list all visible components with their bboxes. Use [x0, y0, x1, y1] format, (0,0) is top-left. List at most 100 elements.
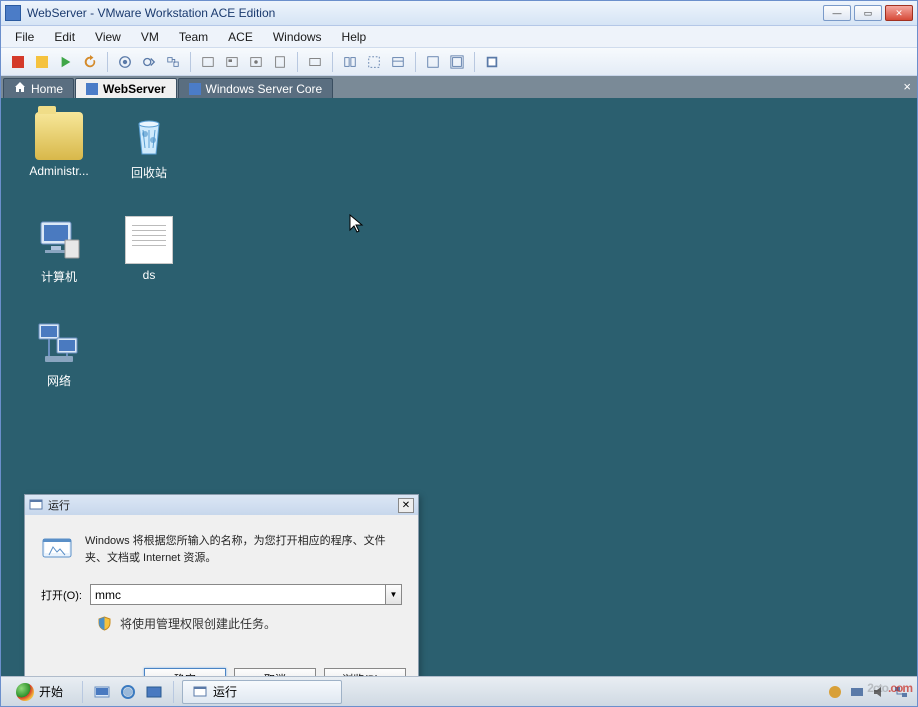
- system-tray: [827, 684, 913, 700]
- run-dialog[interactable]: 运行 ✕ Windows 将根据您所输入的名称，为您打开相应的程序、文件夹、文档…: [24, 494, 419, 703]
- tool-btn-2[interactable]: [221, 51, 243, 73]
- fullscreen-btn-2[interactable]: [446, 51, 468, 73]
- view-btn-1[interactable]: [339, 51, 361, 73]
- tab-close-button[interactable]: ×: [903, 79, 911, 94]
- run-title: 运行: [48, 497, 398, 513]
- snapshot-mgr-button[interactable]: [162, 51, 184, 73]
- tab-label: Windows Server Core: [206, 82, 323, 96]
- icon-label: Administr...: [19, 164, 99, 178]
- tool-btn-4[interactable]: [269, 51, 291, 73]
- run-description: Windows 将根据您所输入的名称，为您打开相应的程序、文件夹、文档或 Int…: [85, 533, 402, 566]
- tray-icon-volume[interactable]: [871, 684, 887, 700]
- titlebar[interactable]: WebServer - VMware Workstation ACE Editi…: [1, 1, 917, 26]
- admin-note-text: 将使用管理权限创建此任务。: [120, 615, 276, 632]
- separator: [107, 52, 108, 72]
- tool-btn-3[interactable]: [245, 51, 267, 73]
- window-title: WebServer - VMware Workstation ACE Editi…: [27, 6, 823, 20]
- run-icon: [29, 498, 43, 512]
- quicklaunch-desktop[interactable]: [91, 681, 113, 703]
- desktop-icon-ds[interactable]: ds: [109, 216, 189, 282]
- start-orb-icon: [16, 683, 34, 701]
- start-button[interactable]: 开始: [5, 680, 74, 704]
- taskbar-item-run[interactable]: 运行: [182, 680, 342, 704]
- tray-icon-2[interactable]: [849, 684, 865, 700]
- separator: [474, 52, 475, 72]
- run-icon: [193, 685, 207, 699]
- window-buttons: — ▭ ✕: [823, 5, 913, 21]
- close-button[interactable]: ✕: [885, 5, 913, 21]
- icon-label: 回收站: [109, 164, 189, 181]
- tool-btn-1[interactable]: [197, 51, 219, 73]
- toolbar: [1, 48, 917, 76]
- view-btn-3[interactable]: [387, 51, 409, 73]
- quicklaunch-explorer[interactable]: [143, 681, 165, 703]
- home-icon: [14, 81, 26, 96]
- vm-icon: [86, 83, 98, 95]
- separator: [415, 52, 416, 72]
- cursor-icon: [349, 214, 365, 237]
- tray-icon-network[interactable]: [893, 684, 909, 700]
- view-btn-2[interactable]: [363, 51, 385, 73]
- desktop-icon-computer[interactable]: 计算机: [19, 216, 99, 285]
- maximize-button[interactable]: ▭: [854, 5, 882, 21]
- separator: [82, 681, 83, 703]
- poweron-button[interactable]: [55, 51, 77, 73]
- taskbar[interactable]: 开始 运行: [1, 676, 917, 706]
- open-input[interactable]: [90, 584, 385, 605]
- open-combobox[interactable]: ▼: [90, 584, 402, 605]
- desktop-icon-recycle[interactable]: 回收站: [109, 112, 189, 181]
- folder-icon: [35, 112, 83, 160]
- tab-webserver[interactable]: WebServer: [75, 78, 176, 98]
- minimize-button[interactable]: —: [823, 5, 851, 21]
- quicklaunch-ie[interactable]: [117, 681, 139, 703]
- icon-label: ds: [109, 268, 189, 282]
- menu-edit[interactable]: Edit: [46, 28, 83, 46]
- computer-icon: [35, 216, 83, 264]
- start-label: 开始: [39, 683, 63, 700]
- run-close-button[interactable]: ✕: [398, 498, 414, 513]
- tab-label: WebServer: [103, 82, 165, 96]
- poweroff-button[interactable]: [7, 51, 29, 73]
- app-icon: [5, 5, 21, 21]
- network-icon: [35, 320, 83, 368]
- menubar: File Edit View VM Team ACE Windows Help: [1, 26, 917, 48]
- unity-button[interactable]: [481, 51, 503, 73]
- text-file-icon: [125, 216, 173, 264]
- icon-label: 网络: [19, 372, 99, 389]
- desktop-icon-administrator[interactable]: Administr...: [19, 112, 99, 178]
- tool-btn-5[interactable]: [304, 51, 326, 73]
- vmware-window: WebServer - VMware Workstation ACE Editi…: [0, 0, 918, 707]
- snapshot-button[interactable]: [114, 51, 136, 73]
- separator: [173, 681, 174, 703]
- tab-wincore[interactable]: Windows Server Core: [178, 78, 334, 98]
- revert-button[interactable]: [138, 51, 160, 73]
- tab-label: Home: [31, 82, 63, 96]
- open-label: 打开(O):: [41, 587, 82, 603]
- fullscreen-btn-1[interactable]: [422, 51, 444, 73]
- menu-view[interactable]: View: [87, 28, 129, 46]
- icon-label: 计算机: [19, 268, 99, 285]
- dropdown-button[interactable]: ▼: [385, 584, 402, 605]
- tab-home[interactable]: Home: [3, 78, 74, 98]
- task-label: 运行: [213, 683, 237, 700]
- tabstrip: Home WebServer Windows Server Core ×: [1, 76, 917, 98]
- menu-ace[interactable]: ACE: [220, 28, 261, 46]
- menu-team[interactable]: Team: [171, 28, 216, 46]
- run-titlebar[interactable]: 运行 ✕: [25, 495, 418, 515]
- guest-desktop[interactable]: Administr... 回收站 计算机 ds 网络: [1, 98, 917, 706]
- vm-icon: [189, 83, 201, 95]
- reset-button[interactable]: [79, 51, 101, 73]
- menu-help[interactable]: Help: [334, 28, 375, 46]
- desktop-icon-network[interactable]: 网络: [19, 320, 99, 389]
- menu-vm[interactable]: VM: [133, 28, 167, 46]
- separator: [190, 52, 191, 72]
- suspend-button[interactable]: [31, 51, 53, 73]
- tray-icon-1[interactable]: [827, 684, 843, 700]
- separator: [332, 52, 333, 72]
- separator: [297, 52, 298, 72]
- shield-icon: [97, 616, 112, 631]
- run-big-icon: [41, 533, 73, 565]
- menu-windows[interactable]: Windows: [265, 28, 330, 46]
- recycle-bin-icon: [125, 112, 173, 160]
- menu-file[interactable]: File: [7, 28, 42, 46]
